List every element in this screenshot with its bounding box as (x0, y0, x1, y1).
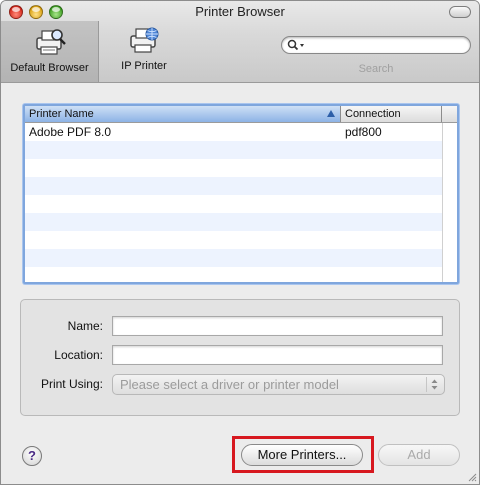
default-browser-label: Default Browser (10, 62, 89, 74)
column-header-printer-name-label: Printer Name (29, 108, 94, 120)
table-row[interactable] (25, 195, 442, 213)
printer-details-box: Name: Location: Print Using: Please sele… (20, 299, 460, 416)
location-field[interactable] (112, 345, 443, 365)
table-row[interactable] (25, 249, 442, 267)
search-icon (287, 39, 304, 51)
print-using-popup[interactable]: Please select a driver or printer model (112, 374, 445, 395)
sort-ascending-icon (327, 110, 335, 117)
resize-grip-icon[interactable] (467, 472, 477, 482)
location-label: Location: (54, 348, 103, 362)
print-using-label: Print Using: (40, 377, 103, 391)
printer-name-cell: Adobe PDF 8.0 (29, 125, 112, 139)
table-row[interactable] (25, 267, 442, 285)
ip-printer-icon (130, 27, 159, 53)
window-title: Printer Browser (195, 4, 285, 19)
more-printers-button[interactable]: More Printers... (241, 444, 363, 466)
printer-list-rows: Adobe PDF 8.0 pdf800 (25, 123, 442, 285)
printer-list-scrollbar[interactable] (442, 123, 457, 282)
table-row[interactable]: Adobe PDF 8.0 pdf800 (25, 123, 442, 141)
search-caption: Search (358, 63, 394, 75)
add-button[interactable]: Add (378, 444, 460, 466)
connection-cell: pdf800 (345, 125, 382, 139)
table-row[interactable] (25, 159, 442, 177)
table-row[interactable] (25, 141, 442, 159)
toolbar-toggle-button[interactable] (449, 6, 471, 18)
table-row[interactable] (25, 213, 442, 231)
default-browser-toolbar-button[interactable]: Default Browser (1, 21, 99, 82)
printer-list-header: Printer Name Connection (25, 106, 457, 123)
name-field[interactable] (112, 316, 443, 336)
title-toolbar: Printer Browser Default Browser IP Print… (1, 1, 479, 83)
ip-printer-label: IP Printer (121, 60, 167, 72)
search-input[interactable] (281, 36, 471, 54)
column-header-printer-name[interactable]: Printer Name (25, 106, 341, 122)
popup-arrows-icon (426, 377, 442, 392)
ip-printer-toolbar-button[interactable]: IP Printer (111, 25, 177, 72)
help-button[interactable]: ? (22, 446, 42, 466)
table-row[interactable] (25, 177, 442, 195)
printer-browser-window: Printer Browser Default Browser IP Print… (0, 0, 480, 485)
print-using-value: Please select a driver or printer model (120, 377, 339, 392)
printer-search-icon (35, 29, 66, 55)
name-label: Name: (67, 319, 103, 333)
column-header-connection[interactable]: Connection (342, 106, 442, 122)
table-row[interactable] (25, 231, 442, 249)
column-header-connection-label: Connection (345, 108, 401, 120)
printer-list[interactable]: Printer Name Connection Adobe PDF 8.0 pdf… (23, 104, 459, 284)
